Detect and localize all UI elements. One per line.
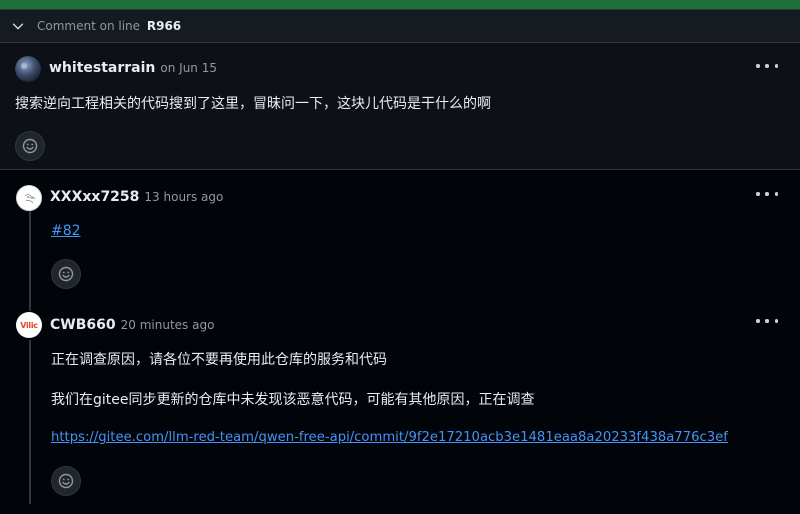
timeline-connector <box>29 340 31 504</box>
author-name[interactable]: CWB660 <box>50 317 116 333</box>
comment-paragraph: https://gitee.com/llm-red-team/qwen-free… <box>51 430 728 445</box>
thread-header[interactable]: Comment on line R966 <box>0 9 800 43</box>
smiley-icon <box>58 473 74 489</box>
smiley-icon <box>58 266 74 282</box>
comment-paragraph: 我们在gitee同步更新的仓库中未发现该恶意代码，可能有其他原因，正在调查 <box>51 392 535 408</box>
comment-body: 搜索逆向工程相关的代码搜到了这里，冒昧问一下，这块儿代码是干什么的啊 <box>15 96 491 112</box>
avatar[interactable] <box>15 56 41 82</box>
author-name[interactable]: whitestarrain <box>49 60 155 76</box>
author-name[interactable]: XXXxx7258 <box>50 189 139 205</box>
thread-header-prefix: Comment on line <box>37 19 141 33</box>
comment-body: #82 <box>51 223 81 239</box>
timeline-connector <box>29 209 31 311</box>
thread-line-reference: R966 <box>146 19 182 33</box>
kebab-horizontal-icon[interactable] <box>756 314 778 328</box>
commit-link[interactable]: https://gitee.com/llm-red-team/qwen-free… <box>51 430 728 445</box>
avatar[interactable] <box>16 185 42 211</box>
comment-whitestarrain: whitestarrain on Jun 15 搜索逆向工程相关的代码搜到了这里… <box>0 43 800 170</box>
replies-section: XXXxx7258 13 hours ago #82 Vilic CWB660 … <box>0 170 800 514</box>
comment-meta: XXXxx7258 13 hours ago <box>50 189 223 205</box>
add-reaction-button[interactable] <box>51 466 81 496</box>
review-thread-page: Comment on line R966 whitestarrain on Ju… <box>0 0 800 514</box>
avatar-logo-text: Vilic <box>20 320 38 330</box>
diff-added-strip <box>0 0 800 9</box>
comment-meta: CWB660 20 minutes ago <box>50 317 214 333</box>
kebab-horizontal-icon[interactable] <box>756 59 778 73</box>
comment-timestamp[interactable]: 20 minutes ago <box>121 318 215 332</box>
add-reaction-button[interactable] <box>15 131 45 161</box>
comment-timestamp[interactable]: on Jun 15 <box>160 61 217 75</box>
comment-meta: whitestarrain on Jun 15 <box>49 60 217 76</box>
thread-header-title: Comment on line R966 <box>37 19 181 33</box>
comment-paragraph: 正在调查原因，请各位不要再使用此仓库的服务和代码 <box>51 352 387 368</box>
kebab-horizontal-icon[interactable] <box>756 187 778 201</box>
avatar[interactable]: Vilic <box>16 312 42 338</box>
add-reaction-button[interactable] <box>51 259 81 289</box>
issue-reference-link[interactable]: #82 <box>51 223 81 239</box>
smiley-icon <box>22 138 38 154</box>
comment-timestamp[interactable]: 13 hours ago <box>144 190 223 204</box>
chevron-down-icon[interactable] <box>10 18 26 34</box>
